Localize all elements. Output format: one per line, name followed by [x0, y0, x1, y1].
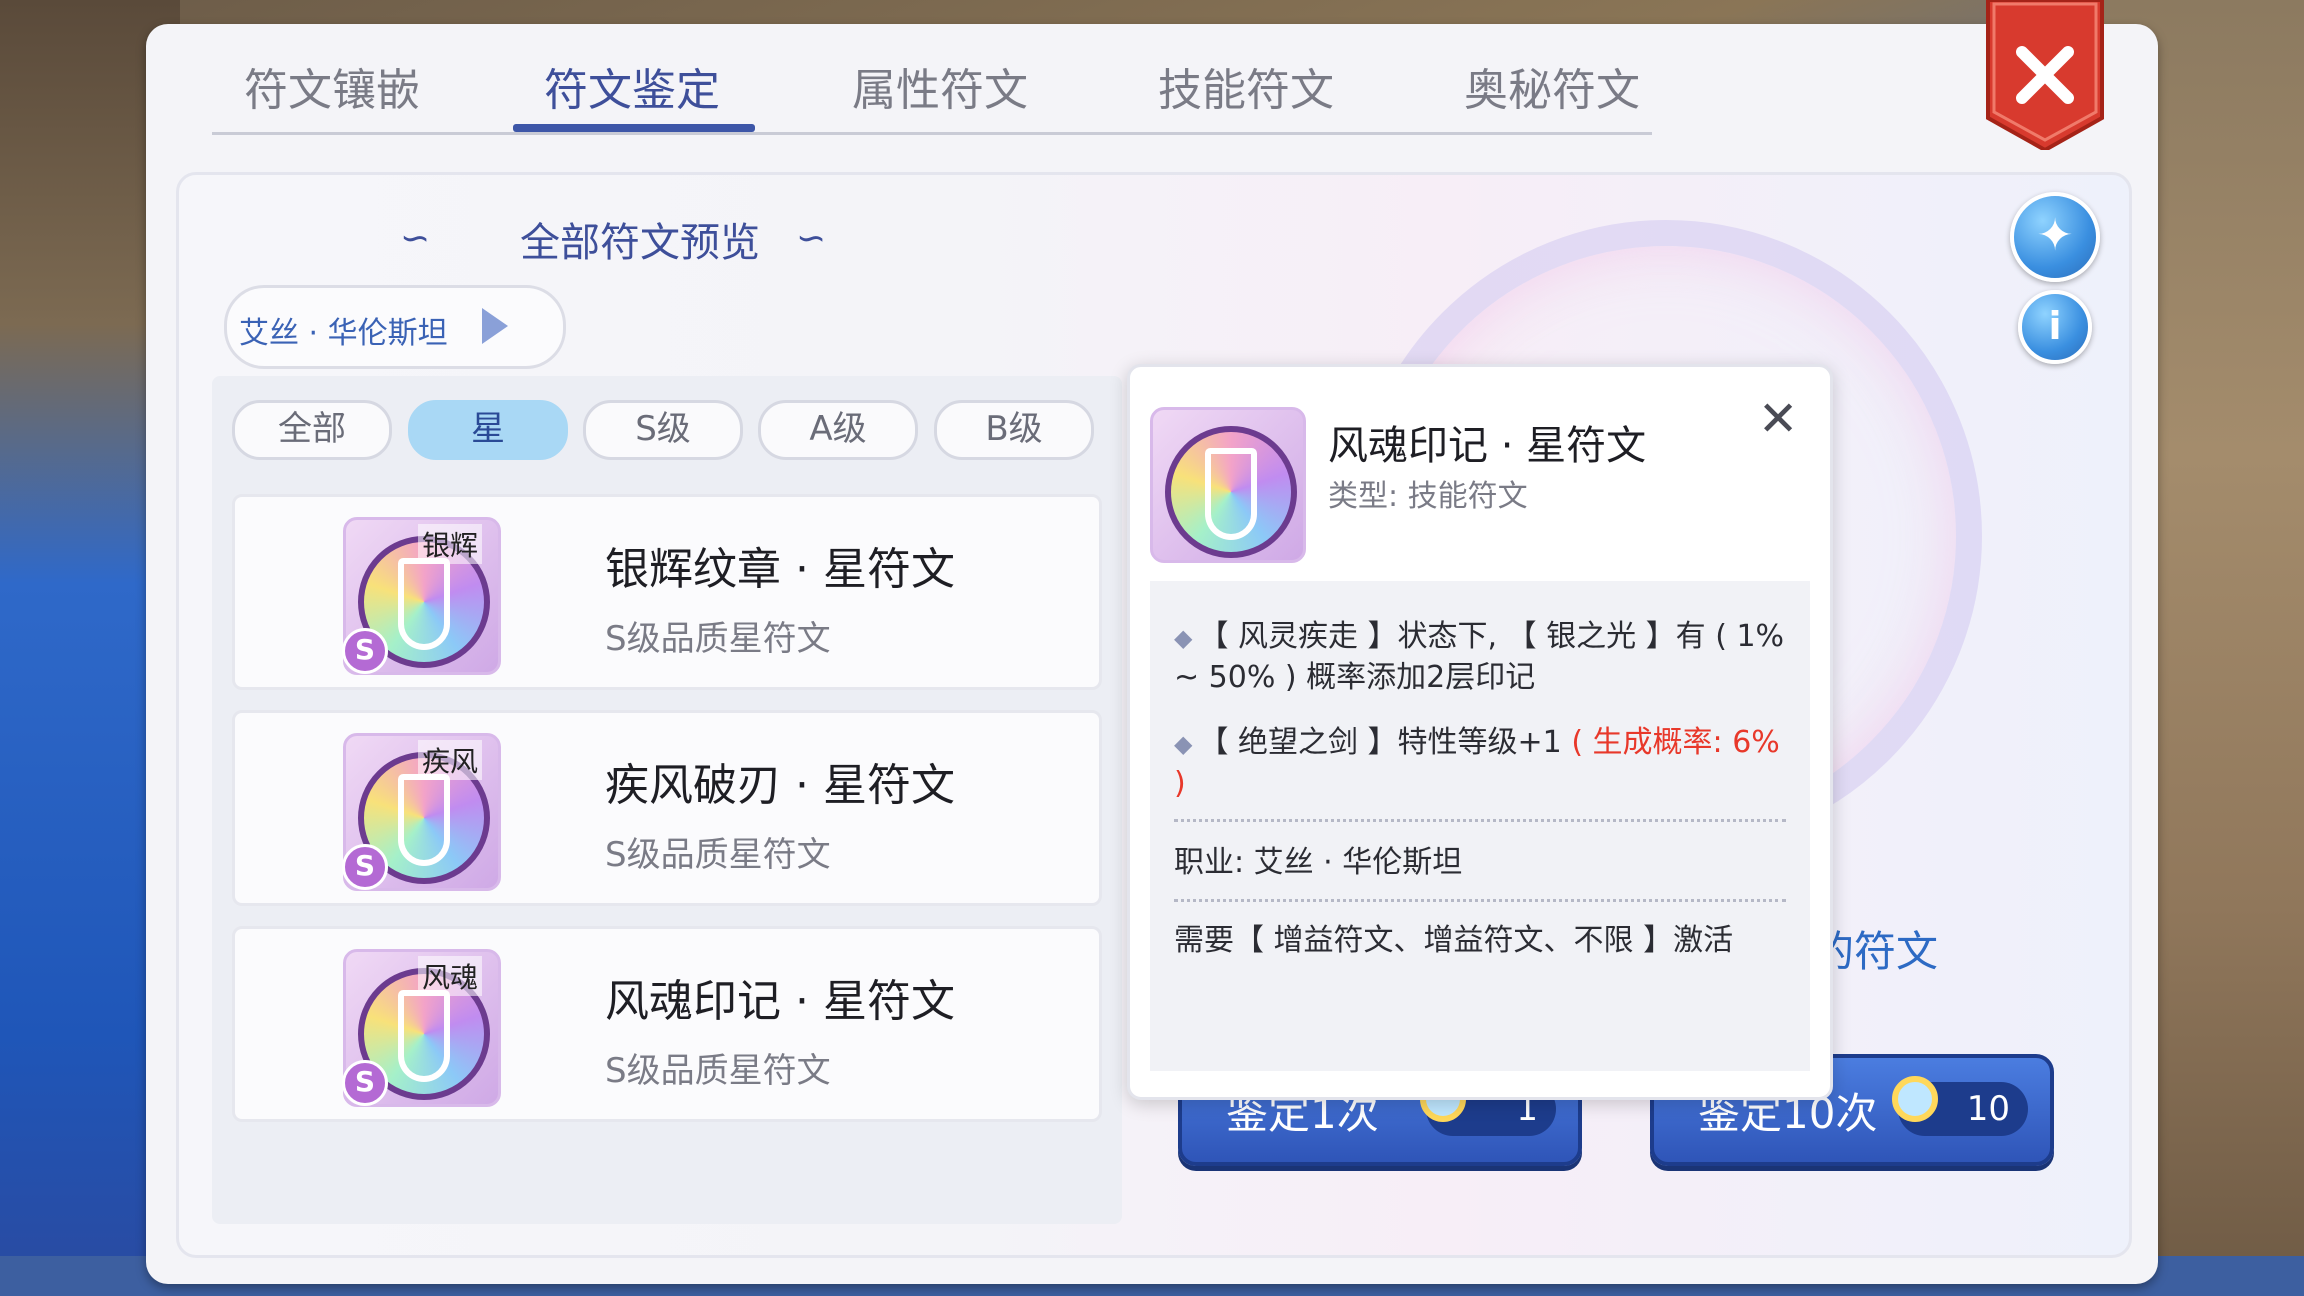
- magnifier-icon: [1892, 1076, 1938, 1122]
- rune-name: 疾风破刃 · 星符文: [605, 760, 955, 811]
- rune-icon: 风魂 S: [342, 949, 501, 1107]
- divider: [1174, 899, 1786, 902]
- info-icon: i: [2048, 304, 2062, 348]
- magic-wand-button[interactable]: ✦: [2010, 192, 2100, 282]
- rune-name: 风魂印记 · 星符文: [605, 976, 955, 1027]
- job-line: 职业: 艾丝 · 华伦斯坦: [1174, 845, 1463, 880]
- popup-title: 风魂印记 · 星符文: [1328, 423, 1647, 469]
- close-button[interactable]: [1984, 0, 2106, 150]
- rune-icon: 疾风 S: [342, 733, 501, 891]
- rune-grade: S级品质星符文: [605, 835, 831, 875]
- filter-s-grade[interactable]: S级: [583, 400, 743, 460]
- effect-line: ◆ 【 绝望之剑 】特性等级+1 ( 生成概率: 6% ): [1174, 723, 1786, 804]
- info-button[interactable]: i: [2018, 290, 2092, 364]
- play-arrow-icon: [482, 308, 508, 344]
- rune-grade: S级品质星符文: [605, 619, 831, 659]
- popup-type: 类型: 技能符文: [1328, 479, 1528, 514]
- popup-close-button[interactable]: ✕: [1758, 391, 1798, 447]
- active-tab-underline: [513, 124, 755, 132]
- rune-card[interactable]: 疾风 S 疾风破刃 · 星符文 S级品质星符文: [232, 710, 1102, 906]
- tab-attribute-rune[interactable]: 属性符文: [820, 54, 1060, 118]
- effect-text: 【 风灵疾走 】状态下, 【 银之光 】有 ( 1% ~ 50% ) 概率添加2…: [1174, 619, 1785, 695]
- grade-badge: S: [342, 1060, 388, 1106]
- effect-line: ◆ 【 风灵疾走 】状态下, 【 银之光 】有 ( 1% ~ 50% ) 概率添加…: [1174, 617, 1786, 698]
- tab-skill-rune[interactable]: 技能符文: [1126, 54, 1366, 118]
- rune-name: 银辉纹章 · 星符文: [605, 544, 955, 595]
- rune-tag: 风魂: [418, 956, 483, 996]
- rune-detail-popup: 风魂印记 · 星符文 类型: 技能符文 ✕ ◆ 【 风灵疾走 】状态下, 【 银之…: [1127, 364, 1833, 1100]
- popup-rune-icon: [1150, 407, 1306, 563]
- rune-icon: 银辉 S: [342, 517, 501, 675]
- tab-rune-identify[interactable]: 符文鉴定: [512, 54, 752, 118]
- character-name: 艾丝 · 华伦斯坦: [239, 316, 448, 351]
- tab-rune-inlay[interactable]: 符文镶嵌: [212, 54, 452, 118]
- effect-text: 【 绝望之剑 】特性等级+1: [1198, 725, 1572, 760]
- rune-tag: 疾风: [418, 740, 483, 780]
- filter-b-grade[interactable]: B级: [934, 400, 1094, 460]
- tab-bar: 符文镶嵌 符文鉴定 属性符文 技能符文 奥秘符文: [212, 40, 1652, 135]
- filter-star[interactable]: 星: [408, 400, 568, 460]
- tab-arcane-rune[interactable]: 奥秘符文: [1432, 54, 1672, 118]
- close-icon: ✕: [1758, 391, 1799, 447]
- diamond-bullet-icon: ◆: [1174, 730, 1193, 758]
- grade-badge: S: [342, 844, 388, 890]
- rune-grade: S级品质星符文: [605, 1051, 831, 1091]
- rune-card[interactable]: 银辉 S 银辉纹章 · 星符文 S级品质星符文: [232, 494, 1102, 690]
- swirl-right-icon: ∽: [796, 218, 827, 259]
- grade-badge: S: [342, 628, 388, 674]
- divider: [1174, 819, 1786, 822]
- rune-gem-icon: [1165, 426, 1297, 558]
- filter-a-grade[interactable]: A级: [758, 400, 918, 460]
- magic-wand-icon: ✦: [2036, 210, 2074, 261]
- requirement-line: 需要【 增益符文、增益符文、不限 】激活: [1174, 923, 1734, 958]
- rune-tag: 银辉: [418, 524, 483, 564]
- character-selector[interactable]: 艾丝 · 华伦斯坦: [224, 285, 566, 369]
- popup-body: ◆ 【 风灵疾走 】状态下, 【 银之光 】有 ( 1% ~ 50% ) 概率添加…: [1150, 581, 1810, 1071]
- rune-card[interactable]: 风魂 S 风魂印记 · 星符文 S级品质星符文: [232, 926, 1102, 1122]
- filter-all[interactable]: 全部: [232, 400, 392, 460]
- diamond-bullet-icon: ◆: [1174, 624, 1193, 652]
